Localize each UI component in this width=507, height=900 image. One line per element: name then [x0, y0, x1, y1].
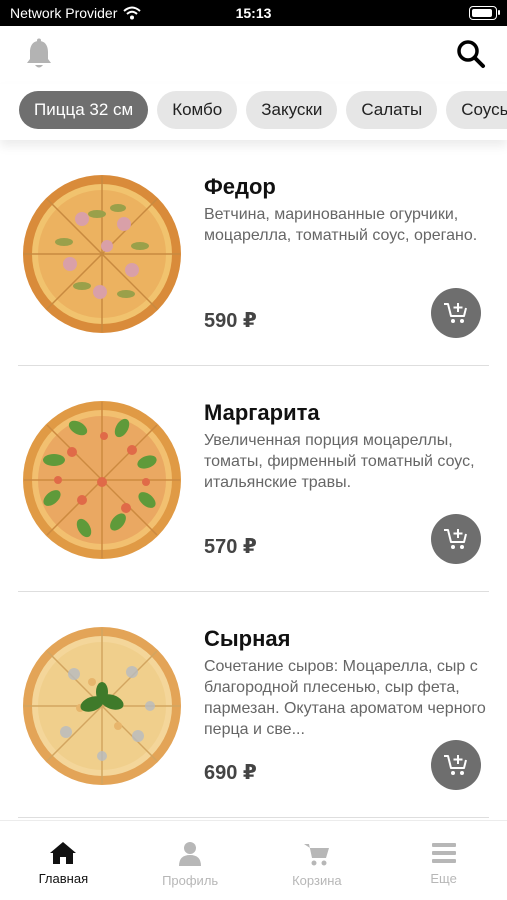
- tab-home[interactable]: Главная: [0, 821, 127, 900]
- product-description: Сочетание сыров: Моцарелла, сыр с благор…: [204, 658, 486, 738]
- product-description: Увеличенная порция моцареллы, томаты, фи…: [204, 432, 475, 491]
- bell-icon[interactable]: [22, 37, 56, 71]
- add-to-cart-icon: [444, 755, 467, 775]
- product-name: Федор: [204, 174, 276, 199]
- home-icon: [50, 842, 77, 864]
- category-bar: Пицца 32 см Комбо Закуски Салаты Соусы: [0, 84, 507, 140]
- pizza-image: [23, 175, 181, 333]
- product-card[interactable]: Сырная Сочетание сыров: Моцарелла, сыр с…: [18, 592, 489, 818]
- add-to-cart-icon: [444, 303, 467, 323]
- category-list: Пицца 32 см Комбо Закуски Салаты Соусы: [0, 84, 507, 129]
- add-to-cart-button[interactable]: [431, 514, 481, 564]
- tab-more[interactable]: Еще: [380, 821, 507, 900]
- tab-profile[interactable]: Профиль: [127, 821, 254, 900]
- menu-icon: [431, 843, 456, 863]
- product-card[interactable]: Маргарита Увеличенная порция моцареллы, …: [18, 366, 489, 592]
- tab-label: Еще: [430, 871, 457, 886]
- category-chip-snacks[interactable]: Закуски: [246, 91, 338, 129]
- cart-icon: [303, 844, 329, 866]
- add-to-cart-button[interactable]: [431, 288, 481, 338]
- pizza-image: [23, 627, 181, 785]
- category-chip-pizza[interactable]: Пицца 32 см: [19, 91, 149, 129]
- product-name: Маргарита: [204, 400, 320, 425]
- battery-icon: [469, 6, 500, 20]
- status-bar: Network Provider 15:13: [0, 0, 507, 26]
- add-to-cart-icon: [444, 529, 467, 549]
- product-price: 590 ₽: [204, 310, 257, 332]
- category-chip-salads[interactable]: Салаты: [346, 91, 438, 129]
- category-chip-combo[interactable]: Комбо: [157, 91, 238, 129]
- tab-bar: Главная Профиль Корзина Еще: [0, 820, 507, 900]
- clock: 15:13: [235, 5, 272, 21]
- product-description: Ветчина, маринованные огурчики, моцарелл…: [204, 206, 478, 244]
- search-icon[interactable]: [455, 38, 487, 70]
- tab-label: Главная: [38, 871, 89, 886]
- tab-label: Профиль: [162, 873, 219, 888]
- product-price: 690 ₽: [204, 762, 257, 784]
- product-list: Федор Ветчина, маринованные огурчики, мо…: [0, 140, 507, 820]
- pizza-image: [23, 401, 181, 559]
- tab-label: Корзина: [292, 873, 342, 888]
- category-chip-sauces[interactable]: Соусы: [446, 91, 507, 129]
- add-to-cart-button[interactable]: [431, 740, 481, 790]
- product-name: Сырная: [204, 626, 291, 651]
- user-icon: [179, 842, 202, 866]
- product-card[interactable]: Федор Ветчина, маринованные огурчики, мо…: [18, 140, 489, 366]
- tab-cart[interactable]: Корзина: [254, 821, 381, 900]
- product-price: 570 ₽: [204, 536, 257, 558]
- top-bar: [0, 26, 507, 82]
